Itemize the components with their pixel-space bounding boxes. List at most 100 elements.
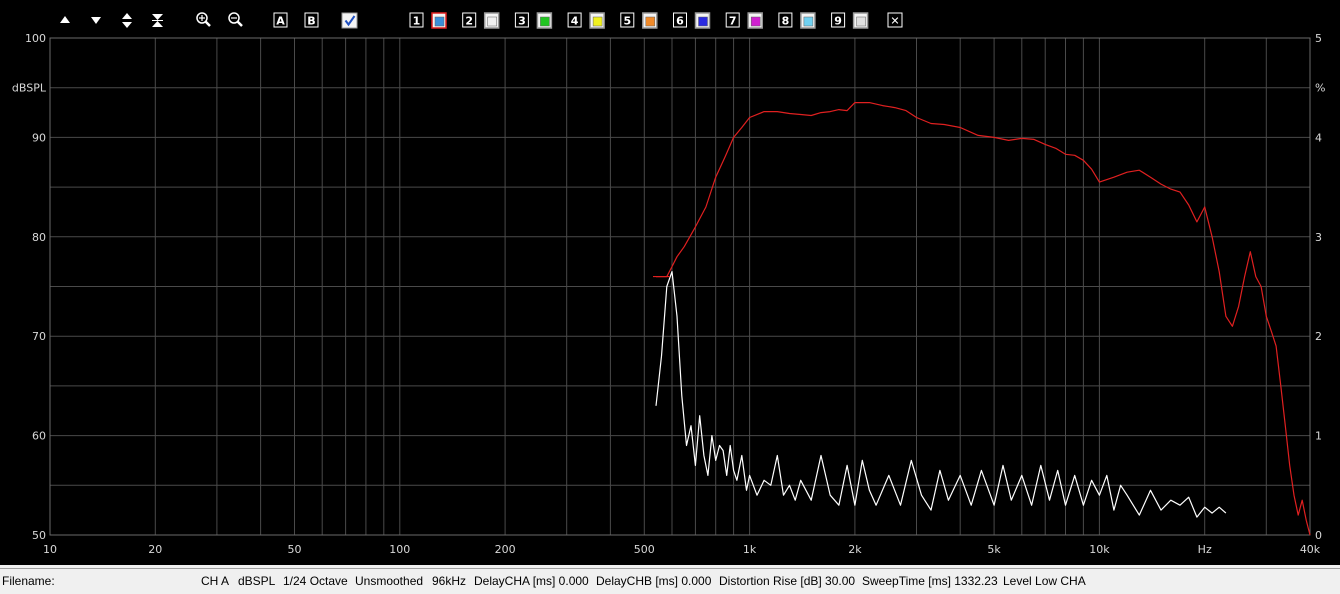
memory-slot-3-button[interactable]: 3: [514, 12, 529, 28]
grid: [50, 38, 1310, 535]
memory-slot-8-button[interactable]: 8: [778, 12, 793, 28]
memory-slot-9-color[interactable]: [852, 12, 869, 29]
memory-slot-5-color[interactable]: [642, 12, 658, 29]
x-tick-label: Hz: [1198, 543, 1212, 556]
toolbar: A B 1 2 3 4 5 6 7 8 9 ✕: [60, 12, 903, 29]
checkbox-box: [341, 12, 358, 29]
memory-slot-3-button-label: 3: [518, 15, 526, 28]
y-tick-label: 80: [32, 231, 46, 244]
status-item: Unsmoothed: [355, 574, 424, 588]
zoom-out-icon[interactable]: [228, 12, 243, 27]
memory-slot-1-color[interactable]: [431, 12, 447, 29]
arrow-up-icon[interactable]: [60, 16, 70, 23]
x-tick-label: 500: [634, 543, 655, 556]
overlay-checkbox[interactable]: [341, 12, 358, 29]
x-tick-label: 10: [43, 543, 57, 556]
memory-slot-6-button[interactable]: 6: [673, 12, 687, 28]
status-bar: Filename: CH A dBSPL 1/24 Octave Unsmoothed 9…: [0, 568, 1340, 594]
arrow-down-icon[interactable]: [91, 17, 101, 24]
distortion-line: [655, 271, 1227, 518]
y2-tick-label: 5: [1315, 32, 1322, 45]
y-tick-label: 50: [32, 529, 46, 542]
collapse-down-shape: [152, 14, 163, 20]
status-item: 96kHz: [432, 574, 467, 588]
y2-axis-label: %: [1315, 82, 1325, 95]
y2-tick-label: 1: [1315, 430, 1322, 443]
memory-slot-7-color[interactable]: [747, 12, 763, 29]
plot-area: 50 60 70 80 90 100 dBSPL 0 1 2 3 4 5% 10 20 50 100 200 500…: [0, 0, 1340, 565]
swatch-color: [750, 16, 761, 27]
arrow-up-shape: [60, 16, 70, 23]
memory-slot-9-button[interactable]: 9: [831, 12, 846, 28]
status-item: SweepTime [ms] 1332.23: [862, 574, 998, 588]
memory-slot-8-button-label: 8: [782, 15, 790, 28]
lens-handle: [204, 20, 211, 27]
x-tick-label: 2k: [848, 543, 862, 556]
memory-slot-5-button-label: 5: [623, 15, 631, 28]
marker-b-button[interactable]: B: [304, 12, 319, 28]
status-item: CH A: [201, 574, 230, 588]
swatch-color: [645, 16, 656, 27]
status-item: dBSPL: [238, 574, 276, 588]
frequency-response-line: [656, 102, 1311, 536]
expand-vertical-icon[interactable]: [122, 13, 132, 28]
swatch-color: [856, 16, 866, 27]
swatch-color: [434, 16, 445, 27]
swatch-color: [698, 16, 708, 27]
x-tick-label: 40k: [1300, 543, 1321, 556]
memory-slot-5-button[interactable]: 5: [620, 12, 635, 28]
memory-slot-2-color[interactable]: [483, 12, 500, 29]
y-tick-label: 60: [32, 430, 46, 443]
status-item: DelayCHB [ms] 0.000: [596, 574, 712, 588]
x-tick-label: 10k: [1089, 543, 1110, 556]
y2-tick-label: 4: [1315, 131, 1322, 144]
swatch-color: [487, 16, 497, 27]
lens-handle: [236, 20, 243, 27]
x-tick-label: 50: [287, 543, 301, 556]
memory-slot-3-color[interactable]: [536, 12, 553, 29]
marker-a-button-label: A: [276, 15, 285, 28]
memory-slot-1-button[interactable]: 1: [409, 12, 424, 28]
memory-slot-6-button-label: 6: [676, 15, 684, 28]
x-tick-label: 20: [148, 543, 162, 556]
y2-tick-label: 0: [1315, 529, 1322, 542]
memory-slot-4-color[interactable]: [589, 12, 605, 29]
status-item: 1/24 Octave: [283, 574, 348, 588]
memory-slot-7-button[interactable]: 7: [725, 12, 740, 28]
filename-label: Filename:: [2, 574, 55, 588]
zoom-in-icon[interactable]: [196, 12, 211, 27]
marker-b-button-label: B: [307, 15, 315, 28]
memory-slot-4-button[interactable]: 4: [567, 12, 582, 28]
x-tick-label: 5k: [987, 543, 1001, 556]
y-tick-label: 100: [25, 32, 46, 45]
marker-a-button[interactable]: A: [273, 12, 288, 28]
x-tick-label: 200: [495, 543, 516, 556]
memory-slot-4-button-label: 4: [571, 15, 579, 28]
y-tick-label: 70: [32, 330, 46, 343]
x-tick-label: 1k: [743, 543, 757, 556]
expand-up-shape: [122, 13, 132, 19]
chart-svg[interactable]: 50 60 70 80 90 100 dBSPL 0 1 2 3 4 5% 10 20 50 100 200 500…: [0, 0, 1340, 565]
close-icon: ✕: [890, 15, 899, 28]
memory-slot-2-button-label: 2: [465, 15, 473, 28]
status-item: Distortion Rise [dB] 30.00: [719, 574, 856, 588]
y2-tick-label: 3: [1315, 231, 1322, 244]
y2-tick-label: 2: [1315, 330, 1322, 343]
memory-slot-2-button[interactable]: 2: [462, 12, 477, 28]
measurement-window: 50 60 70 80 90 100 dBSPL 0 1 2 3 4 5% 10 20 50 100 200 500…: [0, 0, 1340, 594]
arrow-down-shape: [91, 17, 101, 24]
swatch-color: [592, 16, 603, 27]
collapse-vertical-icon[interactable]: [152, 14, 163, 27]
y-axis-label: dBSPL: [12, 82, 47, 95]
expand-down-shape: [122, 22, 132, 28]
collapse-up-shape: [152, 21, 163, 27]
memory-slot-6-color[interactable]: [694, 12, 711, 29]
memory-slot-9-button-label: 9: [834, 15, 842, 28]
memory-slot-8-color[interactable]: [800, 12, 816, 29]
swatch-color: [540, 16, 550, 27]
close-button[interactable]: ✕: [887, 12, 903, 28]
y-tick-label: 90: [32, 131, 46, 144]
x-tick-label: 100: [389, 543, 410, 556]
swatch-color: [803, 16, 814, 27]
status-item: Level Low CHA: [1003, 574, 1086, 588]
